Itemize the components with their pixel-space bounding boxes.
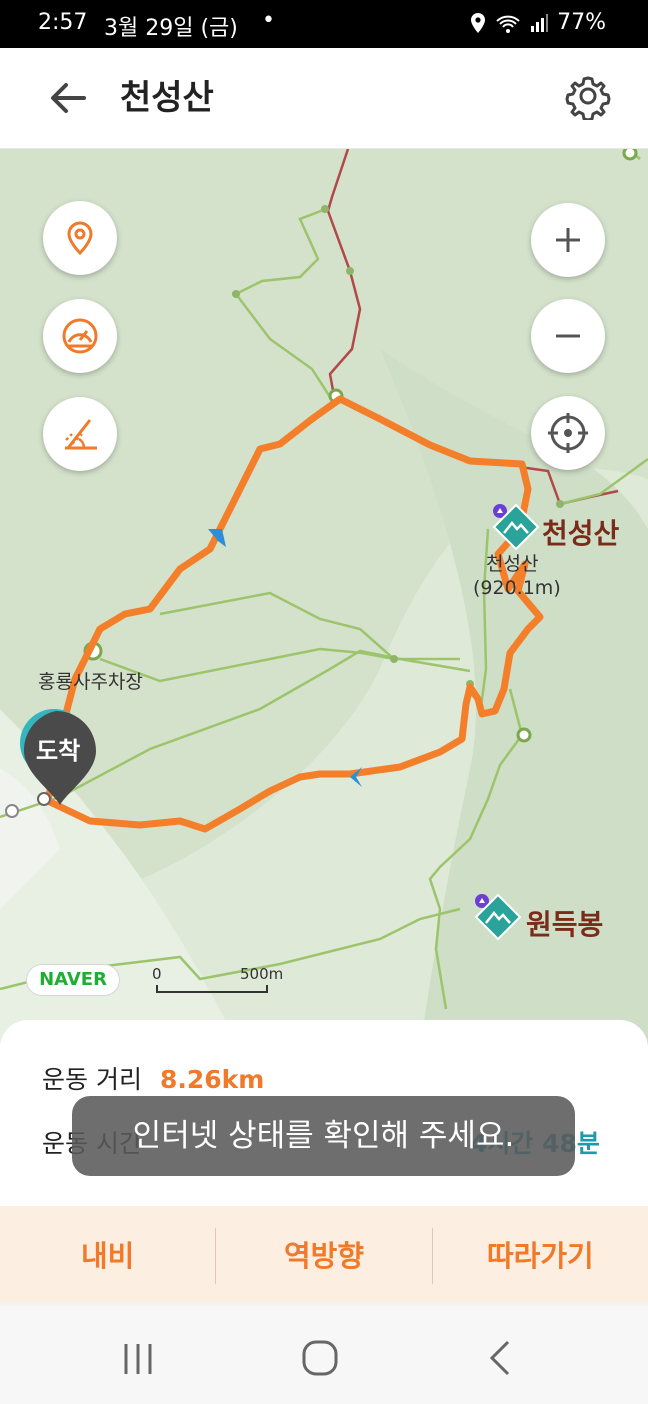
mountain-marker-icon[interactable] [486, 501, 544, 555]
wifi-icon [496, 15, 520, 33]
reverse-button[interactable]: 역방향 [216, 1206, 431, 1302]
notification-dot: • [262, 8, 275, 33]
peak-name-wondeukbong: 원득봉 [526, 908, 604, 941]
system-nav-bar [0, 1306, 648, 1404]
recent-apps-icon[interactable] [114, 1334, 162, 1382]
home-icon[interactable] [296, 1334, 344, 1382]
destination-marker[interactable]: 도착 [18, 707, 102, 807]
zoom-out-icon [556, 334, 580, 338]
zoom-out-button[interactable] [531, 299, 605, 373]
peak-name-cheonseongsan: 천성산 [542, 517, 620, 550]
zoom-in-button[interactable] [531, 203, 605, 277]
naver-logo: NAVER [26, 964, 120, 996]
signal-icon [531, 13, 549, 32]
location-pin-icon [67, 221, 93, 256]
peak-sublabel: 천성산 [486, 553, 539, 575]
distance-label: 운동 거리 [42, 1065, 142, 1094]
speedometer-icon [62, 318, 98, 354]
parking-label: 홍룡사주차장 [38, 671, 143, 693]
network-toast: 인터넷 상태를 확인해 주세요. [72, 1096, 575, 1176]
current-location-button[interactable] [531, 396, 605, 470]
status-date: 3월 29일 (금) [104, 16, 238, 41]
mountain-marker-icon-2[interactable] [468, 891, 526, 945]
navigation-button[interactable]: 내비 [0, 1206, 215, 1302]
distance-row: 운동 거리 8.26km [42, 1060, 264, 1096]
scale-start: 0 [152, 965, 162, 983]
follow-button[interactable]: 따라가기 [433, 1206, 648, 1302]
location-status-icon [471, 12, 486, 33]
map-view[interactable]: 천성산 천성산 (920.1m) 원득봉 홍룡사주차장 도착 NAVER 0 5… [0, 149, 648, 1049]
slope-icon [65, 419, 97, 450]
back-nav-icon[interactable] [478, 1334, 526, 1382]
status-bar: 2:57 3월 29일 (금) • 77% [0, 0, 648, 48]
app-header: 천성산 [0, 48, 648, 149]
action-bar: 내비 역방향 따라가기 [0, 1206, 648, 1306]
back-arrow-icon[interactable] [44, 74, 92, 122]
destination-label: 도착 [36, 737, 81, 765]
zoom-in-icon [556, 228, 580, 252]
crosshair-icon [548, 413, 588, 453]
location-button[interactable] [43, 201, 117, 275]
page-title: 천성산 [120, 78, 214, 118]
status-right: 77% [469, 10, 606, 35]
gear-icon[interactable] [564, 72, 612, 120]
speed-button[interactable] [43, 299, 117, 373]
scale-bar [156, 985, 268, 993]
map-scale: 0 500m [152, 965, 283, 993]
status-time: 2:57 [38, 10, 88, 35]
battery-level: 77% [557, 10, 606, 35]
scale-end: 500m [240, 965, 284, 983]
slope-button[interactable] [43, 397, 117, 471]
distance-value: 8.26km [159, 1065, 265, 1094]
peak-elevation: (920.1m) [473, 577, 561, 599]
